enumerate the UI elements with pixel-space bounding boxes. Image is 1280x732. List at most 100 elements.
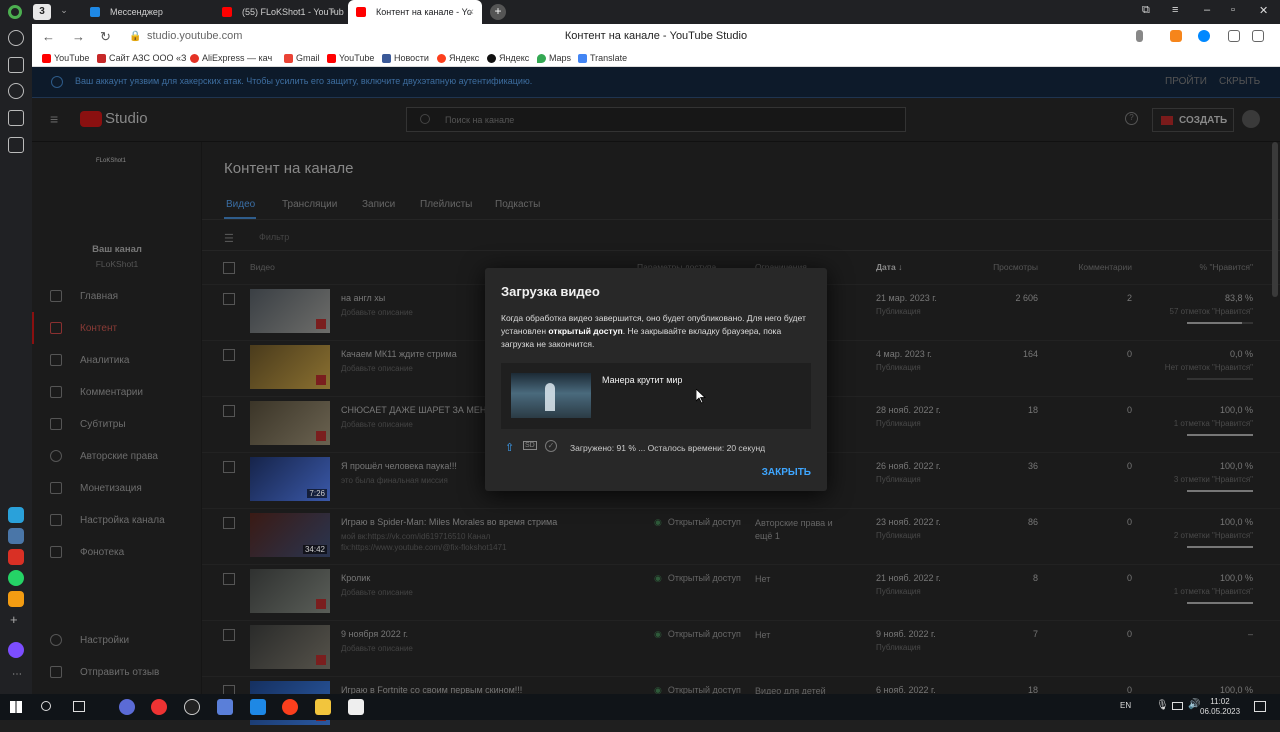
video-thumbnail[interactable] xyxy=(250,401,330,445)
notification-icon[interactable] xyxy=(1254,701,1266,712)
row-checkbox[interactable] xyxy=(223,293,235,305)
history-icon[interactable] xyxy=(8,30,24,46)
visibility-status[interactable]: ◉ Открытый доступ xyxy=(654,517,741,528)
filter-input[interactable]: Фильтр xyxy=(259,232,289,242)
app-icon[interactable] xyxy=(217,699,233,715)
snapshot-icon[interactable]: ⧉ xyxy=(1142,4,1150,17)
sidebar-item-monetization[interactable]: Монетизация xyxy=(50,480,142,496)
video-title[interactable]: Играю в Spider-Man: Miles Morales во вре… xyxy=(341,517,557,527)
file-explorer-icon[interactable] xyxy=(315,699,331,715)
app-icon[interactable] xyxy=(8,591,24,607)
hamburger-menu-icon[interactable]: ≡ xyxy=(50,111,58,127)
row-checkbox[interactable] xyxy=(223,517,235,529)
video-title[interactable]: Качаем МК11 ждите стрима xyxy=(341,349,457,359)
page-scrollbar[interactable] xyxy=(1272,142,1278,297)
table-row[interactable]: 9 ноября 2022 г. Добавьте описание ◉ Открыт… xyxy=(202,620,1280,676)
row-checkbox[interactable] xyxy=(223,349,235,361)
create-button[interactable]: СОЗДАТЬ xyxy=(1152,108,1234,132)
sidebar-item-analytics[interactable]: Аналитика xyxy=(50,352,130,368)
row-checkbox[interactable] xyxy=(223,405,235,417)
tab-posts[interactable]: Записи xyxy=(362,199,395,210)
table-row[interactable]: 34:42 Играю в Spider-Man: Miles Morales в… xyxy=(202,508,1280,564)
column-date[interactable]: Дата ↓ xyxy=(876,262,902,272)
sidebar-item-home[interactable]: Главная xyxy=(50,288,118,304)
tab-playlists[interactable]: Плейлисты xyxy=(420,199,472,210)
download-icon[interactable] xyxy=(1252,30,1264,42)
menu-icon[interactable]: ≡ xyxy=(1172,4,1178,16)
column-views[interactable]: Просмотры xyxy=(993,262,1038,272)
tab-messenger[interactable]: Мессенджер xyxy=(82,0,212,24)
sidebar-item-content[interactable]: Контент xyxy=(50,320,117,336)
player-icon[interactable] xyxy=(8,83,24,99)
opera-logo-icon[interactable] xyxy=(8,5,22,19)
bookmark-icon[interactable] xyxy=(1136,30,1143,42)
channel-avatar[interactable]: FLoKShot1 xyxy=(96,158,126,164)
tab-menu-chevron-icon[interactable]: ⌄ xyxy=(57,5,71,19)
column-comments[interactable]: Комментарии xyxy=(1078,262,1132,272)
video-thumbnail[interactable]: 34:42 xyxy=(250,513,330,557)
aria-icon[interactable] xyxy=(8,642,24,658)
select-all-checkbox[interactable] xyxy=(223,262,235,274)
sidebar-item-feedback[interactable]: Отправить отзыв xyxy=(50,664,159,680)
app-icon[interactable] xyxy=(119,699,135,715)
capcut-icon[interactable] xyxy=(348,699,364,715)
task-view-icon[interactable] xyxy=(73,701,85,712)
yandex-browser-icon[interactable] xyxy=(151,699,167,715)
bookmark-item[interactable]: Maps xyxy=(537,53,571,63)
add-app-plus-icon[interactable]: + xyxy=(10,612,18,627)
new-tab-plus-icon[interactable]: + xyxy=(490,4,506,20)
search-input[interactable]: Поиск на канале xyxy=(406,107,906,132)
sidebar-item-settings[interactable]: Настройки xyxy=(50,632,129,648)
tab-youtube[interactable]: (55) FLoKShot1 - YouTube × xyxy=(214,0,344,24)
visibility-status[interactable]: ◉ Открытый доступ xyxy=(654,573,741,584)
video-title[interactable]: Я прошёл человека паука!!! xyxy=(341,461,457,471)
youtube-studio-logo[interactable]: Studio xyxy=(80,110,148,127)
visibility-status[interactable]: ◉ Открытый доступ xyxy=(654,629,741,640)
obs-icon[interactable] xyxy=(184,699,200,715)
help-icon[interactable]: ? xyxy=(1125,112,1138,125)
tab-close-icon[interactable]: × xyxy=(330,7,336,18)
tab-videos[interactable]: Видео xyxy=(226,199,255,210)
gmail-icon[interactable] xyxy=(8,549,24,565)
sidebar-item-customization[interactable]: Настройка канала xyxy=(50,512,165,528)
vk-icon[interactable] xyxy=(8,528,24,544)
maximize-icon[interactable]: ▫ xyxy=(1231,4,1235,16)
row-checkbox[interactable] xyxy=(223,573,235,585)
bookmark-item[interactable]: Яндекс xyxy=(487,53,529,63)
warning-go-button[interactable]: ПРОЙТИ xyxy=(1165,76,1207,87)
avatar[interactable] xyxy=(1242,110,1260,128)
clock[interactable]: 11:02 06.05.2023 xyxy=(1200,697,1240,717)
sidebar-item-subtitles[interactable]: Субтитры xyxy=(50,416,126,432)
bookmark-item[interactable]: YouTube xyxy=(42,53,89,63)
bookmark-item[interactable]: Яндекс xyxy=(437,53,479,63)
video-title[interactable]: на англ хы xyxy=(341,293,385,303)
extensions-icon[interactable] xyxy=(1228,30,1240,42)
workspace-3-icon[interactable] xyxy=(8,110,24,126)
metamask-icon[interactable] xyxy=(1170,30,1182,42)
bookmark-item[interactable]: Сайт АЗС ООО «З xyxy=(97,53,186,63)
video-thumbnail[interactable] xyxy=(250,289,330,333)
microphone-icon[interactable]: 🎙 xyxy=(1156,700,1169,711)
yandex-icon[interactable] xyxy=(282,699,298,715)
network-icon[interactable] xyxy=(1172,702,1183,710)
tabs-icon[interactable] xyxy=(8,57,24,73)
search-icon[interactable] xyxy=(41,701,51,711)
tab-counter[interactable]: 3 xyxy=(33,4,51,20)
video-thumbnail[interactable] xyxy=(250,625,330,669)
table-row[interactable]: Кролик Добавьте описание ◉ Открытый доступ Н… xyxy=(202,564,1280,620)
bookmark-item[interactable]: Gmail xyxy=(284,53,320,63)
sidebar-item-copyright[interactable]: Авторские права xyxy=(50,448,158,464)
column-likes[interactable]: % "Нравится" xyxy=(1200,262,1253,272)
whatsapp-icon[interactable] xyxy=(8,570,24,586)
shazam-icon[interactable] xyxy=(1198,30,1210,42)
filter-icon[interactable]: ☰ xyxy=(224,232,234,245)
sidebar-item-audio-library[interactable]: Фонотека xyxy=(50,544,124,560)
video-thumbnail[interactable]: 7:26 xyxy=(250,457,330,501)
tab-close-icon[interactable]: × xyxy=(468,7,474,18)
warning-hide-button[interactable]: СКРЫТЬ xyxy=(1219,76,1260,87)
video-title[interactable]: Кролик xyxy=(341,573,370,583)
telegram-icon[interactable] xyxy=(8,507,24,523)
volume-icon[interactable]: 🔊 xyxy=(1188,699,1200,710)
bookmark-item[interactable]: YouTube xyxy=(327,53,374,63)
windows-start-icon[interactable] xyxy=(10,701,22,713)
